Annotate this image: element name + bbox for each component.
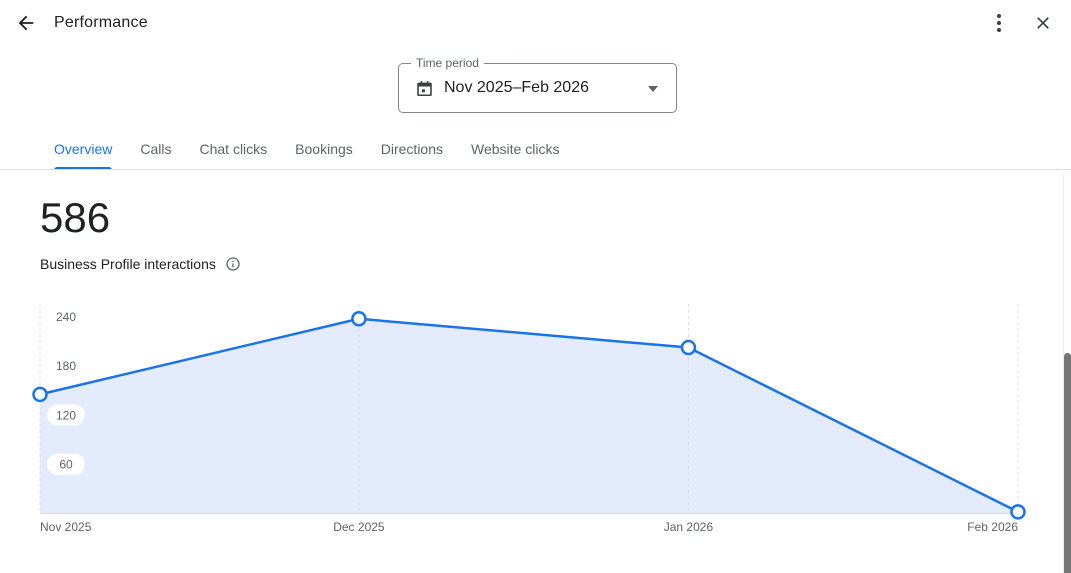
scrollbar-thumb[interactable] <box>1063 353 1071 573</box>
tab-chat-clicks[interactable]: Chat clicks <box>185 128 281 170</box>
tabs-divider <box>0 169 1071 170</box>
interactions-area-chart: 60 120 180 240 Nov 2025 Dec 2025 Jan 2026 Feb 2… <box>32 304 1026 534</box>
more-options-button[interactable] <box>979 3 1019 43</box>
tab-bookings[interactable]: Bookings <box>281 128 367 170</box>
page-title: Performance <box>54 14 148 31</box>
performance-panel: Performance Time period Nov 2025–Feb 202… <box>0 0 1071 573</box>
header: Performance <box>0 0 1071 46</box>
arrow-left-icon <box>15 12 37 34</box>
time-period-select[interactable]: Time period Nov 2025–Feb 2026 <box>398 56 677 113</box>
svg-text:120: 120 <box>56 408 76 422</box>
tab-bar: Overview Calls Chat clicks Bookings Dire… <box>40 128 573 170</box>
tab-overview[interactable]: Overview <box>40 128 126 170</box>
info-button[interactable] <box>225 256 241 272</box>
tab-website-clicks[interactable]: Website clicks <box>457 128 573 170</box>
svg-text:Feb 2026: Feb 2026 <box>967 520 1018 534</box>
tab-directions[interactable]: Directions <box>367 128 457 170</box>
metric-value: 586 <box>40 194 111 241</box>
close-icon <box>1033 13 1053 33</box>
time-period-label: Time period <box>411 56 484 71</box>
scrollbar-track[interactable] <box>1063 175 1071 573</box>
kebab-menu-icon <box>997 14 1001 32</box>
dropdown-arrow-icon <box>648 86 658 92</box>
svg-text:Nov 2025: Nov 2025 <box>40 520 92 534</box>
svg-text:60: 60 <box>59 458 73 472</box>
metric-label: Business Profile interactions <box>40 256 216 272</box>
close-button[interactable] <box>1023 3 1063 43</box>
svg-text:Dec 2025: Dec 2025 <box>333 520 385 534</box>
svg-text:240: 240 <box>56 310 76 324</box>
svg-text:180: 180 <box>56 359 76 373</box>
tab-calls[interactable]: Calls <box>126 128 185 170</box>
calendar-icon <box>415 79 434 98</box>
time-period-value: Nov 2025–Feb 2026 <box>444 79 589 96</box>
svg-text:Jan 2026: Jan 2026 <box>664 520 714 534</box>
info-icon <box>225 256 241 272</box>
interactions-chart: 60 120 180 240 Nov 2025 Dec 2025 Jan 2026 Feb 2… <box>0 300 1060 550</box>
back-button[interactable] <box>6 3 46 43</box>
